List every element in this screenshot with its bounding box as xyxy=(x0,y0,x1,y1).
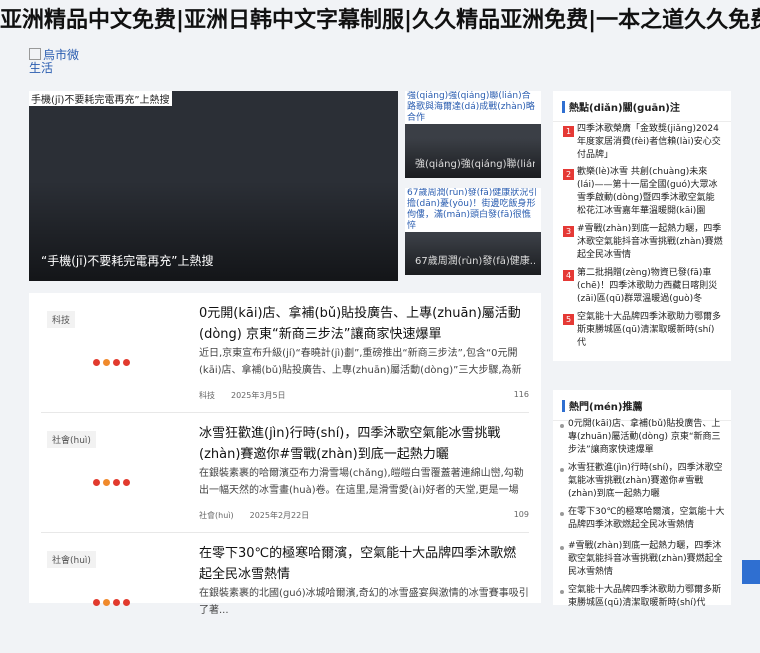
bullet-icon xyxy=(560,590,564,594)
news-date: 2025年3月5日 xyxy=(231,391,286,400)
hot-item-title[interactable]: 第二批捐贈(zèng)物資已發(fā)車(chē)！四季沐歌助力西藏日喀則災(z… xyxy=(577,267,723,306)
hot-item-title[interactable]: 四季沐歌榮膺「金致獎(jiǎng)2024年度家居消費(fèi)者信賴(lài)… xyxy=(577,123,723,162)
news-list: 科技 0元開(kāi)店、拿補(bǔ)貼投廣告、上專(zhuān)屬活動(dòn… xyxy=(29,293,541,616)
hero-main-image-alt: 手機(jī)不要耗完電再充”上熱搜 xyxy=(29,91,172,106)
recommend-item-title[interactable]: 在零下30℃的極寒哈爾濱，空氣能十大品牌四季沐歌燃起全民冰雪熱情 xyxy=(568,506,726,532)
news-category[interactable]: 科技 xyxy=(199,391,215,400)
back-to-top-button[interactable] xyxy=(742,560,760,584)
news-item[interactable]: 科技 0元開(kāi)店、拿補(bǔ)貼投廣告、上專(zhuān)屬活動(dòn… xyxy=(41,293,529,413)
category-tag[interactable]: 科技 xyxy=(47,311,76,328)
news-title[interactable]: 冰雪狂歡進(jìn)行時(shí)，四季沐歌空氣能冰雪挑戰(zhàn)賽邀你#雪… xyxy=(199,423,529,465)
news-summary: 在銀裝素裹的哈爾濱亞布力滑雪場(chǎng),皚皚白雪覆蓋著連綿山巒,勾勒出一幅… xyxy=(199,468,524,496)
panel-header: 熱門(mén)推薦 xyxy=(553,390,731,421)
panel-title: 熱門(mén)推薦 xyxy=(569,402,643,413)
news-category[interactable]: 社會(huì) xyxy=(199,511,234,520)
news-title[interactable]: 0元開(kāi)店、拿補(bǔ)貼投廣告、上專(zhuān)屬活動(dòng) … xyxy=(199,303,529,345)
hero-side-card[interactable]: 強(qiáng)強(qiáng)聯(lián)合 路歌與海爾達(dá)成戰(zh… xyxy=(405,91,541,178)
rank-badge: 5 xyxy=(563,314,574,325)
view-count: 109 xyxy=(513,510,529,519)
news-item[interactable]: 社會(huì) 在零下30℃的極寒哈爾濱，空氣能十大品牌四季沐歌燃起全民冰雪熱情… xyxy=(41,533,529,653)
hot-item-title[interactable]: 空氣能十大品牌四季沐歌助力鄂爾多斯東勝城區(qū)清潔取暖新時(shí)代 xyxy=(577,311,723,350)
hot-item-title[interactable]: 歡樂(lè)冰雪 共創(chuàng)未來(lái)——第十一屆全國(guó)大… xyxy=(577,166,723,218)
news-meta: 社會(huì) 2025年2月22日 xyxy=(199,510,309,521)
accent-bar xyxy=(562,101,565,113)
thumbnail-loading-icon xyxy=(93,471,133,490)
hero-side-caption[interactable]: 67歲周潤(rùn)發(fā)健康... xyxy=(415,252,535,267)
hero-side-card[interactable]: 67歲周潤(rùn)發(fā)健康狀況引擔(dān)憂(yōu)！街邊吃飯身形佝… xyxy=(405,188,541,275)
rank-badge: 4 xyxy=(563,270,574,281)
category-tag[interactable]: 社會(huì) xyxy=(47,551,96,568)
news-meta: 科技 2025年3月5日 xyxy=(199,390,286,401)
broken-image-icon xyxy=(29,48,41,60)
view-count: 116 xyxy=(513,390,529,399)
panel-header: 熱點(diǎn)關(guān)注 xyxy=(553,91,731,122)
thumbnail-loading-icon xyxy=(93,351,133,370)
hero-main-caption[interactable]: “手機(jī)不要耗完電再充”上熱搜 xyxy=(41,252,213,269)
hero-side-image-alt: 強(qiáng)強(qiáng)聯(lián)合 路歌與海爾達(dá)成戰(zh… xyxy=(405,91,541,124)
thumbnail-loading-icon xyxy=(93,591,133,610)
hero-main-slide[interactable]: 手機(jī)不要耗完電再充”上熱搜 “手機(jī)不要耗完電再充”上熱搜 xyxy=(29,91,398,281)
rank-badge: 1 xyxy=(563,126,574,137)
recommend-item-title[interactable]: 冰雪狂歡進(jìn)行時(shí)，四季沐歌空氣能冰雪挑戰(zhàn)賽邀你#雪… xyxy=(568,462,726,501)
news-summary: 在銀裝素裹的北國(guó)冰城哈爾濱,奇幻的冰雪盛宴與激情的冰雪賽事吸引了著..… xyxy=(199,588,529,616)
news-date: 2025年2月22日 xyxy=(249,511,310,520)
news-item[interactable]: 社會(huì) 冰雪狂歡進(jìn)行時(shí)，四季沐歌空氣能冰雪挑戰(zh… xyxy=(41,413,529,533)
panel-title: 熱點(diǎn)關(guān)注 xyxy=(569,103,680,114)
news-summary: 近日,京東宣布升級(jí)“春曉計(jì)劃”,重磅推出“新商三步法”,包含“0… xyxy=(199,348,522,376)
site-logo[interactable]: 烏市微生活 xyxy=(29,48,87,75)
bullet-icon xyxy=(560,512,564,516)
bullet-icon xyxy=(560,468,564,472)
hero-side-caption[interactable]: 強(qiáng)強(qiáng)聯(lián... xyxy=(415,155,535,170)
recommend-item-title[interactable]: 0元開(kāi)店、拿補(bǔ)貼投廣告、上專(zhuān)屬活動(dòng) … xyxy=(568,418,726,457)
recommend-item-title[interactable]: #雪戰(zhàn)到底一起熱力曬，四季沐歌空氣能抖音冰雪挑戰(zhàn)賽燃起全… xyxy=(568,540,726,579)
hero-side-image-alt: 67歲周潤(rùn)發(fā)健康狀況引擔(dān)憂(yōu)！街邊吃飯身形佝… xyxy=(405,188,541,232)
category-tag[interactable]: 社會(huì) xyxy=(47,431,96,448)
bullet-icon xyxy=(560,546,564,550)
hot-item-title[interactable]: #雪戰(zhàn)到底一起熱力曬，四季沐歌空氣能抖音冰雪挑戰(zhàn)賽燃起全… xyxy=(577,223,723,262)
recommend-item-title[interactable]: 空氣能十大品牌四季沐歌助力鄂爾多斯東勝城區(qū)清潔取暖新時(shí)代 xyxy=(568,584,726,610)
accent-bar xyxy=(562,400,565,412)
recommend-panel: 熱門(mén)推薦 0元開(kāi)店、拿補(bǔ)貼投廣告、上專(zhuān)… xyxy=(553,390,731,608)
site-title[interactable]: 亚洲精品中文免费|亚洲日韩中文字幕制服|久久精品亚洲免费|一本之道久久免费 xyxy=(0,6,760,36)
hot-topics-panel: 熱點(diǎn)關(guān)注 1 四季沐歌榮膺「金致獎(jiǎng)2024年… xyxy=(553,91,731,361)
rank-badge: 2 xyxy=(563,169,574,180)
bullet-icon xyxy=(560,424,564,428)
rank-badge: 3 xyxy=(563,226,574,237)
news-title[interactable]: 在零下30℃的極寒哈爾濱，空氣能十大品牌四季沐歌燃起全民冰雪熱情 xyxy=(199,543,529,585)
